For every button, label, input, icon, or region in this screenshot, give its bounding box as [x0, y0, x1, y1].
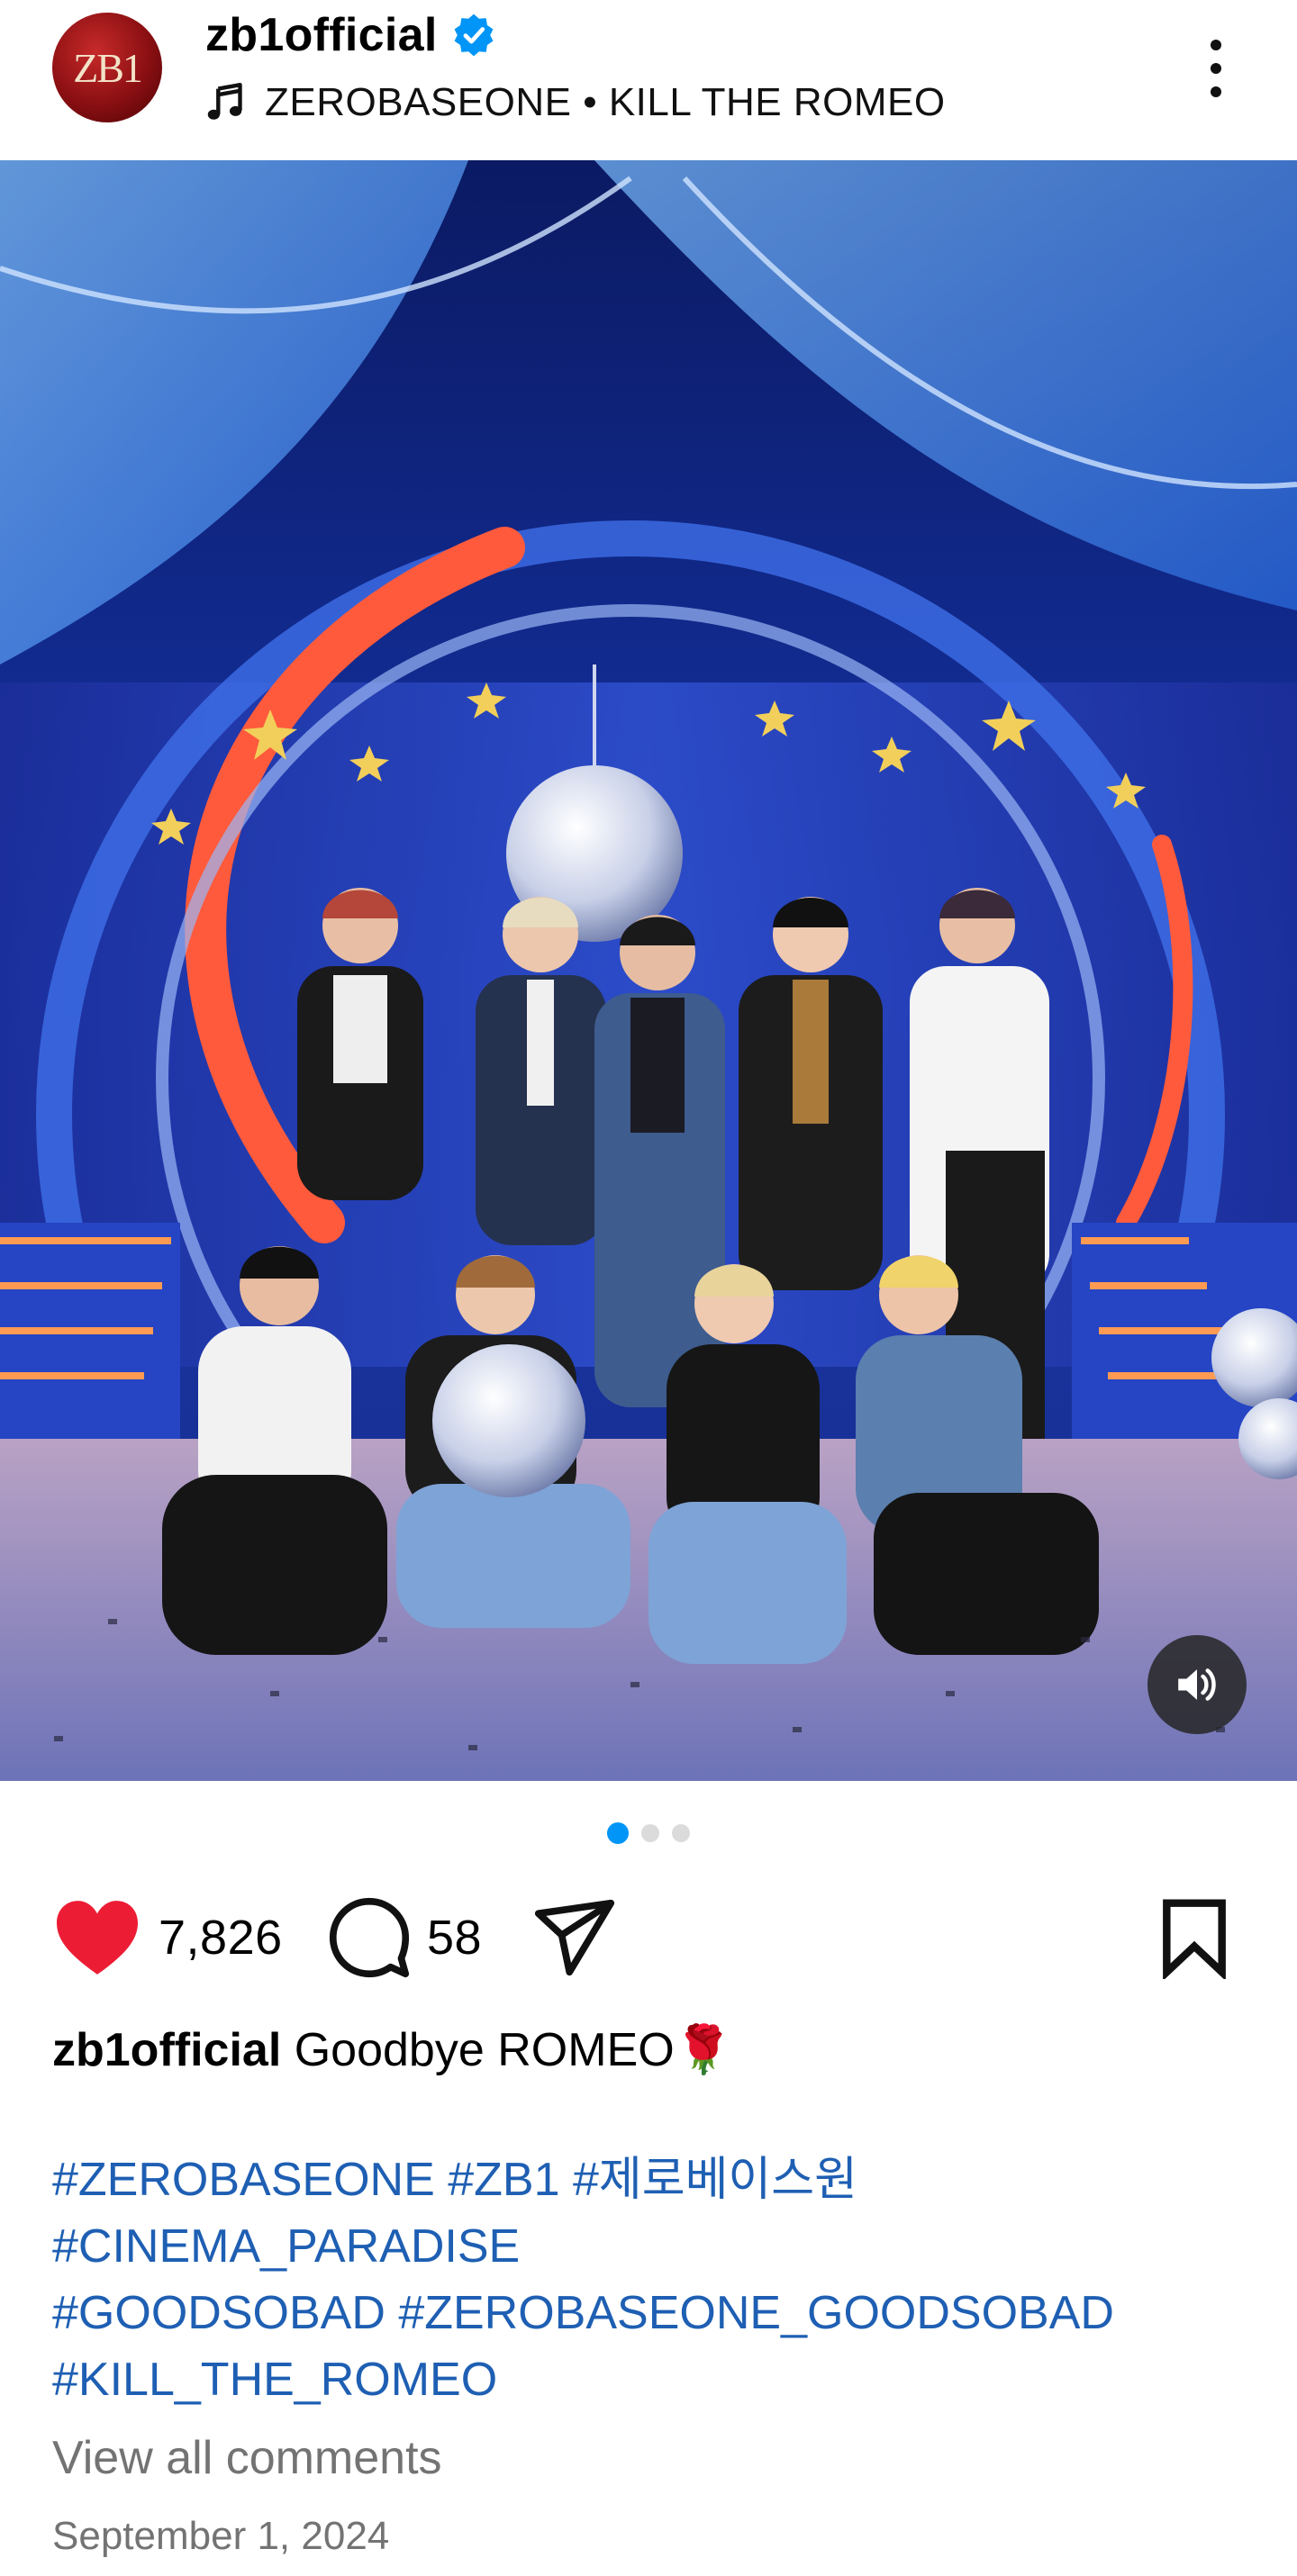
caption-username[interactable]: zb1official	[52, 2024, 281, 2076]
like-group: 7,826	[52, 1891, 283, 1984]
hashtag-line[interactable]: #GOODSOBAD #ZEROBASEONE_GOODSOBAD	[52, 2280, 1250, 2346]
username-row: zb1official	[205, 7, 497, 63]
like-count[interactable]: 7,826	[159, 1910, 283, 1966]
comment-group: 58	[328, 1891, 482, 1984]
more-vertical-icon	[1211, 40, 1221, 50]
stage-photo	[0, 160, 1297, 1781]
view-all-comments-link[interactable]: View all comments	[52, 2431, 442, 2485]
bookmark-icon[interactable]	[1153, 1896, 1236, 1979]
caption: zb1official Goodbye ROMEO🌹	[52, 2017, 1250, 2083]
group-silhouettes	[162, 888, 1099, 1664]
sound-toggle-button[interactable]	[1147, 1635, 1247, 1734]
comment-count[interactable]: 58	[427, 1910, 482, 1966]
verified-badge-icon	[454, 14, 494, 57]
caption-text: Goodbye ROMEO🌹	[294, 2024, 733, 2076]
username[interactable]: zb1official	[205, 8, 438, 62]
post-header: ZB1 zb1official ZEROBASEONE • KILL THE R…	[0, 0, 1297, 160]
more-options-button[interactable]	[1189, 32, 1243, 104]
send-icon[interactable]	[533, 1896, 616, 1979]
post-photo[interactable]	[0, 160, 1297, 1781]
music-label: ZEROBASEONE • KILL THE ROMEO	[265, 80, 946, 124]
volume-icon	[1178, 1668, 1216, 1701]
hashtag-line[interactable]: #KILL_THE_ROMEO	[52, 2346, 1250, 2413]
hashtag-block: #ZEROBASEONE #ZB1 #제로베이스원 #CINEMA_PARADI…	[52, 2147, 1250, 2413]
heart-icon[interactable]	[52, 1897, 142, 1978]
avatar[interactable]: ZB1	[52, 13, 162, 122]
avatar-logo-text: ZB1	[73, 44, 143, 91]
carousel-dot	[641, 1824, 659, 1842]
music-note-icon	[207, 83, 242, 120]
comment-icon[interactable]	[328, 1896, 411, 1979]
carousel-dot-active	[607, 1822, 629, 1844]
action-bar: 7,826 58	[0, 1891, 1297, 1984]
carousel-dot	[672, 1824, 690, 1842]
hashtag-line[interactable]: #ZEROBASEONE #ZB1 #제로베이스원	[52, 2147, 1250, 2213]
instagram-post: ZB1 zb1official ZEROBASEONE • KILL THE R…	[0, 0, 1297, 2576]
hashtag-line[interactable]: #CINEMA_PARADISE	[52, 2213, 1250, 2280]
post-date: September 1, 2024	[52, 2514, 390, 2558]
save-group	[1153, 1891, 1236, 1984]
carousel-indicator	[0, 1822, 1297, 1844]
share-group	[533, 1891, 616, 1984]
music-row[interactable]: ZEROBASEONE • KILL THE ROMEO	[205, 76, 946, 130]
